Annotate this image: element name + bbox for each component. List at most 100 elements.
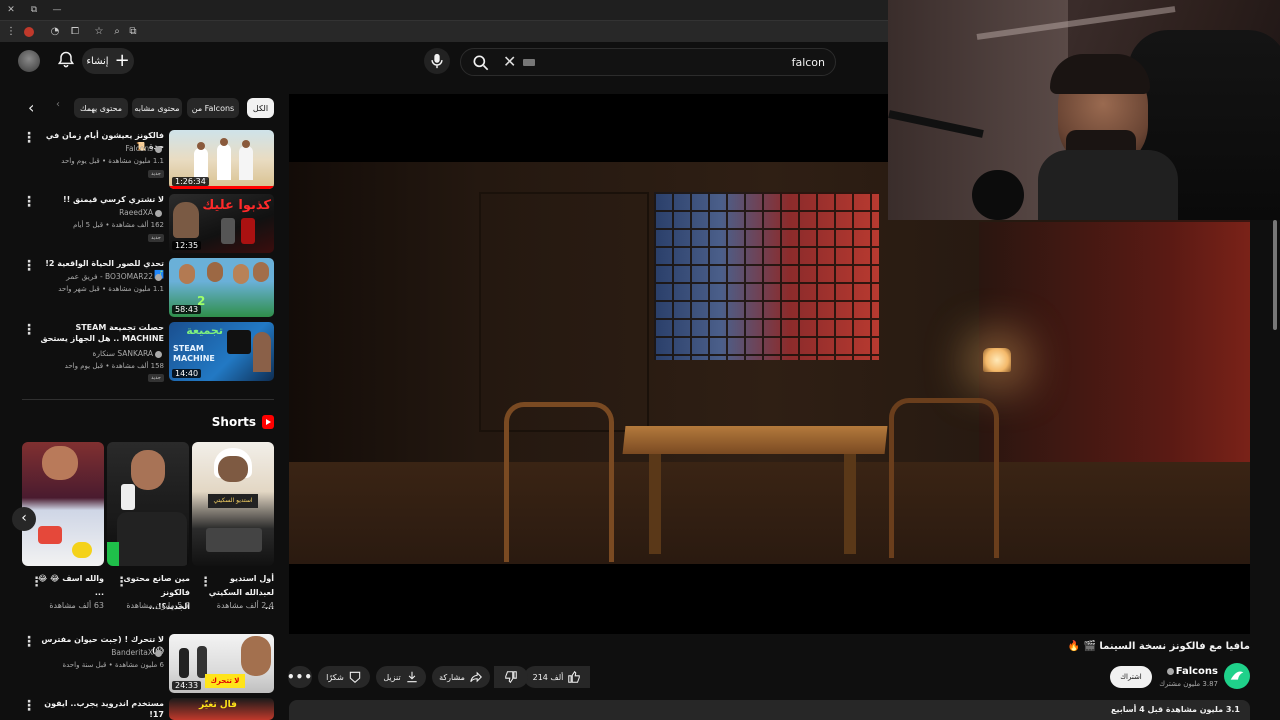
more-actions-icon[interactable]: ⋮: [22, 322, 36, 338]
channel-name[interactable]: RaeedXA: [39, 208, 164, 217]
subscriber-count: 3.87 مليون مشترك: [1159, 680, 1218, 688]
channel-name-text: Falcons: [125, 144, 153, 153]
short-thumbnail[interactable]: استديو السكيتي: [192, 442, 274, 566]
like-button[interactable]: 214 ألف: [524, 666, 590, 688]
video-meta: 6 مليون مشاهدة • قبل سنة واحدة: [62, 661, 164, 669]
chip-content-for-you[interactable]: محتوى يهمك: [74, 98, 128, 118]
thanks-label: شكرًا: [326, 672, 344, 682]
related-video-item[interactable]: 2 58:43 تحدي للصور الحياة الواقعية 2! 🗾 …: [22, 258, 274, 318]
more-actions-icon[interactable]: ⋮: [22, 258, 36, 274]
plus-icon: +: [114, 50, 130, 71]
chips-more-icon: ‹: [56, 99, 60, 110]
more-actions-icon[interactable]: ⋮: [22, 634, 36, 650]
video-meta: 1.1 مليون مشاهدة • قبل شهر واحد: [58, 285, 164, 293]
video-frame: [289, 162, 1250, 564]
notifications-bell-icon[interactable]: [56, 50, 76, 70]
create-button[interactable]: إنشاء +: [82, 48, 134, 74]
video-thumbnail[interactable]: فال تغيّر: [169, 698, 274, 720]
search-icon[interactable]: [471, 53, 491, 73]
more-horizontal-icon: •••: [287, 670, 314, 684]
browser-toolbar: ⋮ ◔ ⧠ ☆ ⌕ ⧉: [0, 20, 888, 42]
short-thumbnail[interactable]: [107, 442, 189, 566]
create-label: إنشاء: [86, 55, 109, 67]
page-scrollbar[interactable]: [1273, 220, 1277, 330]
more-actions-icon[interactable]: ⋮: [22, 194, 36, 210]
zoom-icon[interactable]: ⌕: [110, 25, 124, 39]
short-views: 2.4 ألف مشاهدة: [216, 601, 274, 610]
chip-similar-content[interactable]: محتوى مشابه: [132, 98, 182, 118]
extensions-icon[interactable]: ⧠: [68, 25, 82, 39]
video-thumbnail[interactable]: 2 58:43: [169, 258, 274, 317]
related-video-item[interactable]: لا تتحرك 24:33 لا تتحرك ! (جبت حيوان مفت…: [22, 634, 274, 694]
video-duration: 12:35: [172, 241, 202, 250]
video-title[interactable]: مستخدم اندرويد يجرب.. ايفون 17!: [39, 698, 164, 720]
short-more-icon[interactable]: ⋮: [30, 575, 43, 590]
related-video-item[interactable]: فال تغيّر مستخدم اندرويد يجرب.. ايفون 17…: [22, 698, 274, 720]
video-thumbnail[interactable]: تجميعة STEAM MACHINE 14:40: [169, 322, 274, 381]
restore-window-button[interactable]: ⧉: [27, 3, 41, 17]
video-title[interactable]: لا تشتري كرسي قيمنق !!: [39, 194, 164, 205]
keyboard-icon[interactable]: [523, 59, 535, 66]
profile-icon[interactable]: [24, 27, 34, 37]
download-label: تنزيل: [383, 672, 401, 682]
shorts-scroll-left-button[interactable]: ‹: [12, 507, 36, 531]
thanks-button[interactable]: شكرًا: [318, 666, 370, 688]
related-filter-chips: ‹ ‹ محتوى يهمك محتوى مشابه من Falcons ال…: [22, 96, 274, 120]
chip-all[interactable]: الكل: [247, 98, 274, 118]
share-button[interactable]: مشاركة: [432, 666, 490, 688]
channel-name[interactable]: SANKARA سنكارة: [39, 349, 164, 358]
more-actions-icon[interactable]: ⋮: [22, 130, 36, 146]
search-input[interactable]: [625, 53, 825, 71]
shorts-shelf-header: Shorts: [200, 412, 274, 432]
download-icon: [407, 671, 417, 683]
channel-name[interactable]: Falcons: [1150, 666, 1218, 677]
chip-from-falcons[interactable]: من Falcons: [187, 98, 239, 118]
related-video-item[interactable]: كذبوا عليك 12:35 لا تشتري كرسي قيمنق !! …: [22, 194, 274, 254]
short-more-icon[interactable]: ⋮: [199, 575, 212, 590]
video-thumbnail[interactable]: كذبوا عليك 12:35: [169, 194, 274, 253]
channel-avatar[interactable]: [1224, 663, 1250, 689]
channel-name[interactable]: BanderitaX: [39, 648, 164, 657]
download-button[interactable]: تنزيل: [376, 666, 426, 688]
account-avatar[interactable]: [18, 50, 40, 72]
video-thumbnail[interactable]: لا تتحرك 24:33: [169, 634, 274, 693]
verified-check-icon: [155, 209, 162, 217]
verified-check-icon: [155, 145, 162, 153]
more-actions-icon[interactable]: ⋮: [22, 698, 36, 714]
short-title[interactable]: والله اسف 😂 😂 ...: [34, 572, 104, 600]
chips-scroll-left-icon[interactable]: ‹: [28, 98, 34, 117]
super-thanks-icon: [349, 671, 361, 683]
more-actions-button[interactable]: •••: [287, 666, 314, 688]
video-thumbnail[interactable]: 1:26:34: [169, 130, 274, 189]
cast-icon[interactable]: ⧉: [126, 25, 140, 39]
description-meta: 3.1 مليون مشاهدة قبل 4 أسابيع: [1111, 705, 1240, 714]
video-duration: 1:26:34: [172, 177, 209, 186]
minimize-window-button[interactable]: —: [50, 3, 64, 17]
related-video-item[interactable]: 1:26:34 فالكونز يعيشون أيام زمان في جدة …: [22, 130, 274, 190]
short-views: 5.7 مليون مشاهدة: [126, 601, 190, 610]
like-count: 214 ألف: [532, 672, 564, 682]
video-meta: 1.1 مليون مشاهدة • قبل يوم واحد: [61, 157, 164, 165]
channel-name[interactable]: BO3OMAR22 - فريق عمر: [39, 272, 164, 281]
related-video-item[interactable]: تجميعة STEAM MACHINE 14:40 حصلت تجميعة ST…: [22, 322, 274, 382]
short-more-icon[interactable]: ⋮: [115, 575, 128, 590]
new-badge: جديد: [148, 234, 164, 242]
video-title[interactable]: حصلت تجميعة STEAM MACHINE .. هل الجهاز ي…: [39, 322, 164, 346]
clear-search-icon[interactable]: ✕: [503, 52, 516, 71]
streamer-webcam: [888, 0, 1280, 220]
channel-name[interactable]: Falcons: [39, 144, 164, 153]
close-window-button[interactable]: ✕: [4, 3, 18, 17]
extension-shield-icon[interactable]: ◔: [48, 25, 62, 39]
dislike-button[interactable]: [494, 666, 528, 688]
voice-search-button[interactable]: [424, 48, 450, 74]
subscribe-button[interactable]: اشتراك: [1110, 666, 1152, 688]
divider: [22, 399, 274, 400]
menu-dots-icon[interactable]: ⋮: [4, 25, 18, 39]
description-box[interactable]: 3.1 مليون مشاهدة قبل 4 أسابيع: [289, 700, 1250, 720]
short-thumbnail[interactable]: [22, 442, 104, 566]
share-label: مشاركة: [439, 672, 465, 682]
verified-check-icon: [1166, 667, 1174, 675]
shorts-label: Shorts: [211, 415, 256, 429]
browser-titlebar: ✕ ⧉ —: [0, 0, 888, 20]
bookmark-star-icon[interactable]: ☆: [92, 25, 106, 39]
